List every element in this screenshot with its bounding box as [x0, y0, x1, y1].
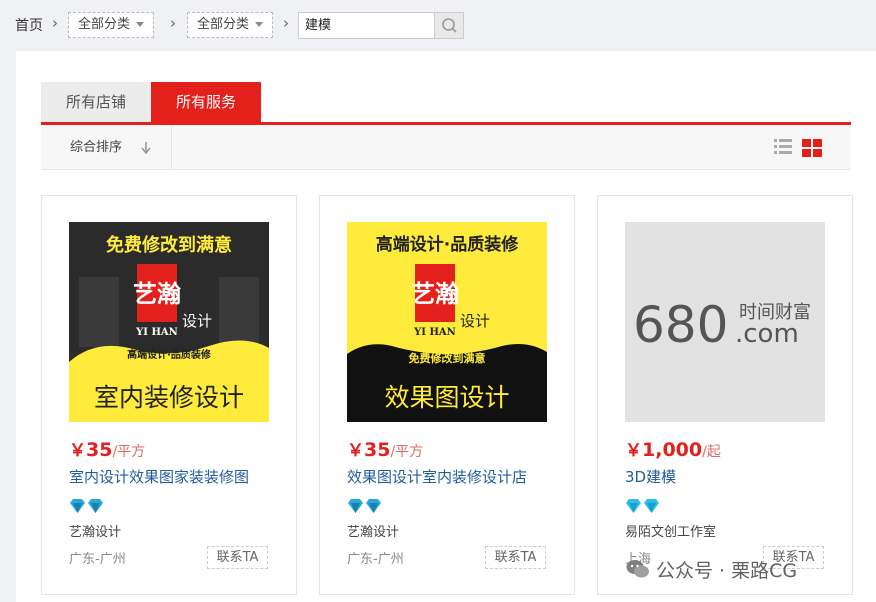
sort-label: 综合排序 — [70, 140, 123, 155]
product-title-text: 3D建模 — [625, 468, 677, 486]
product-banner-image: 免费修改到满意 艺瀚 设计 YI HAN 高端设计·品质装修 室内装修设计 — [69, 222, 269, 422]
rating-badge — [69, 498, 105, 514]
watermark-text: 公众号 · 栗路CG — [656, 560, 798, 582]
tab-all-shops[interactable]: 所有店铺 — [41, 82, 151, 122]
product-image[interactable]: 高端设计·品质装修 艺瀚 设计 YI HAN 免费修改到满意 效果图设计 — [347, 222, 547, 422]
shop-name-link[interactable]: 易陌文创工作室 — [625, 521, 716, 540]
diamond-icon — [626, 499, 659, 513]
diamond-icon — [348, 499, 381, 513]
results-panel: 所有店铺 所有服务 综合排序 免费修改到满意 艺瀚 设计 YI HAN 高端设计… — [16, 51, 876, 602]
price-unit: /平方 — [112, 444, 146, 460]
product-placeholder-image: 680 时间财富 .com — [625, 222, 825, 422]
product-image[interactable]: 免费修改到满意 艺瀚 设计 YI HAN 高端设计·品质装修 室内装修设计 — [69, 222, 269, 422]
image-top-text: 高端设计·品质装修 — [376, 234, 519, 255]
grid-view-icon[interactable] — [802, 139, 822, 157]
breadcrumb-chevron-icon: › — [52, 14, 58, 32]
image-bottom-text: 效果图设计 — [384, 383, 509, 412]
shop-location: 广东-广州 — [347, 552, 404, 567]
image-mid-text: 免费修改到满意 — [409, 351, 486, 365]
product-card[interactable]: 免费修改到满意 艺瀚 设计 YI HAN 高端设计·品质装修 室内装修设计 ￥3… — [41, 195, 297, 595]
shop-location: 广东-广州 — [69, 552, 126, 567]
contact-button[interactable]: 联系TA — [207, 546, 268, 569]
product-image[interactable]: 680 时间财富 .com — [625, 222, 825, 422]
rating-badge — [347, 498, 383, 514]
shop-name-link[interactable]: 艺瀚设计 — [347, 521, 399, 540]
logo-text: 艺瀚 — [411, 279, 459, 308]
product-card[interactable]: 680 时间财富 .com ￥1,000/起 3D建模 易陌文创工作室 上海 联… — [597, 195, 853, 595]
search-input[interactable]: 建模 — [298, 12, 464, 39]
product-card[interactable]: 高端设计·品质装修 艺瀚 设计 YI HAN 免费修改到满意 效果图设计 ￥35… — [319, 195, 575, 595]
placeholder-logo-number: 680 — [633, 296, 728, 354]
search-input-value: 建模 — [305, 18, 332, 33]
logo-en-text: YI HAN — [135, 327, 178, 338]
logo-side-text: 设计 — [182, 312, 212, 330]
image-bottom-text: 室内装修设计 — [94, 383, 244, 412]
wechat-icon — [626, 560, 649, 578]
contact-button[interactable]: 联系TA — [485, 546, 546, 569]
category-dropdown-label: 全部分类 — [197, 17, 250, 32]
product-price: ￥1,000/起 — [625, 436, 721, 461]
product-price: ￥35/平方 — [69, 436, 145, 461]
category-dropdown-label: 全部分类 — [78, 17, 131, 32]
tab-bar: 所有店铺 所有服务 — [41, 82, 851, 124]
price-unit: /平方 — [390, 444, 424, 460]
price-value: 35 — [86, 439, 113, 461]
breadcrumb-home-link[interactable]: 首页 — [15, 15, 43, 35]
image-top-text: 免费修改到满意 — [106, 234, 232, 256]
list-view-icon[interactable] — [774, 139, 792, 155]
price-symbol: ￥ — [625, 441, 642, 461]
price-symbol: ￥ — [69, 441, 86, 461]
rating-badge — [625, 498, 661, 514]
category-dropdown-2[interactable]: 全部分类 — [187, 12, 274, 38]
product-banner-image: 高端设计·品质装修 艺瀚 设计 YI HAN 免费修改到满意 效果图设计 — [347, 222, 547, 422]
product-price: ￥35/平方 — [347, 436, 423, 461]
price-symbol: ￥ — [347, 441, 364, 461]
breadcrumb-chevron-icon: › — [283, 14, 289, 32]
placeholder-logo-domain: .com — [735, 319, 799, 349]
diamond-icon — [70, 499, 103, 513]
breadcrumb-chevron-icon: › — [170, 14, 176, 32]
sort-comprehensive-button[interactable]: 综合排序 — [41, 125, 172, 170]
tab-all-services[interactable]: 所有服务 — [151, 82, 261, 122]
arrow-down-icon — [141, 142, 151, 154]
price-value: 1,000 — [642, 439, 703, 461]
logo-side-text: 设计 — [460, 312, 490, 330]
search-icon — [442, 18, 457, 33]
breadcrumb: 首页 › 全部分类 › 全部分类 › 建模 — [0, 0, 876, 50]
category-dropdown-1[interactable]: 全部分类 — [68, 12, 155, 38]
search-button[interactable] — [434, 13, 463, 38]
logo-en-text: YI HAN — [413, 327, 456, 338]
caret-down-icon — [255, 22, 264, 27]
caret-down-icon — [136, 22, 145, 27]
product-title-link[interactable]: 3D建模 — [625, 466, 676, 487]
logo-text: 艺瀚 — [133, 279, 181, 308]
shop-name-link[interactable]: 艺瀚设计 — [69, 521, 121, 540]
price-value: 35 — [364, 439, 391, 461]
product-title-link[interactable]: 室内设计效果图家装装修图 — [69, 466, 249, 487]
price-unit: /起 — [702, 444, 721, 460]
watermark: 公众号 · 栗路CG — [626, 556, 797, 583]
image-mid-text: 高端设计·品质装修 — [127, 348, 212, 361]
product-title-link[interactable]: 效果图设计室内装修设计店 — [347, 466, 527, 487]
sort-bar: 综合排序 — [41, 125, 851, 170]
